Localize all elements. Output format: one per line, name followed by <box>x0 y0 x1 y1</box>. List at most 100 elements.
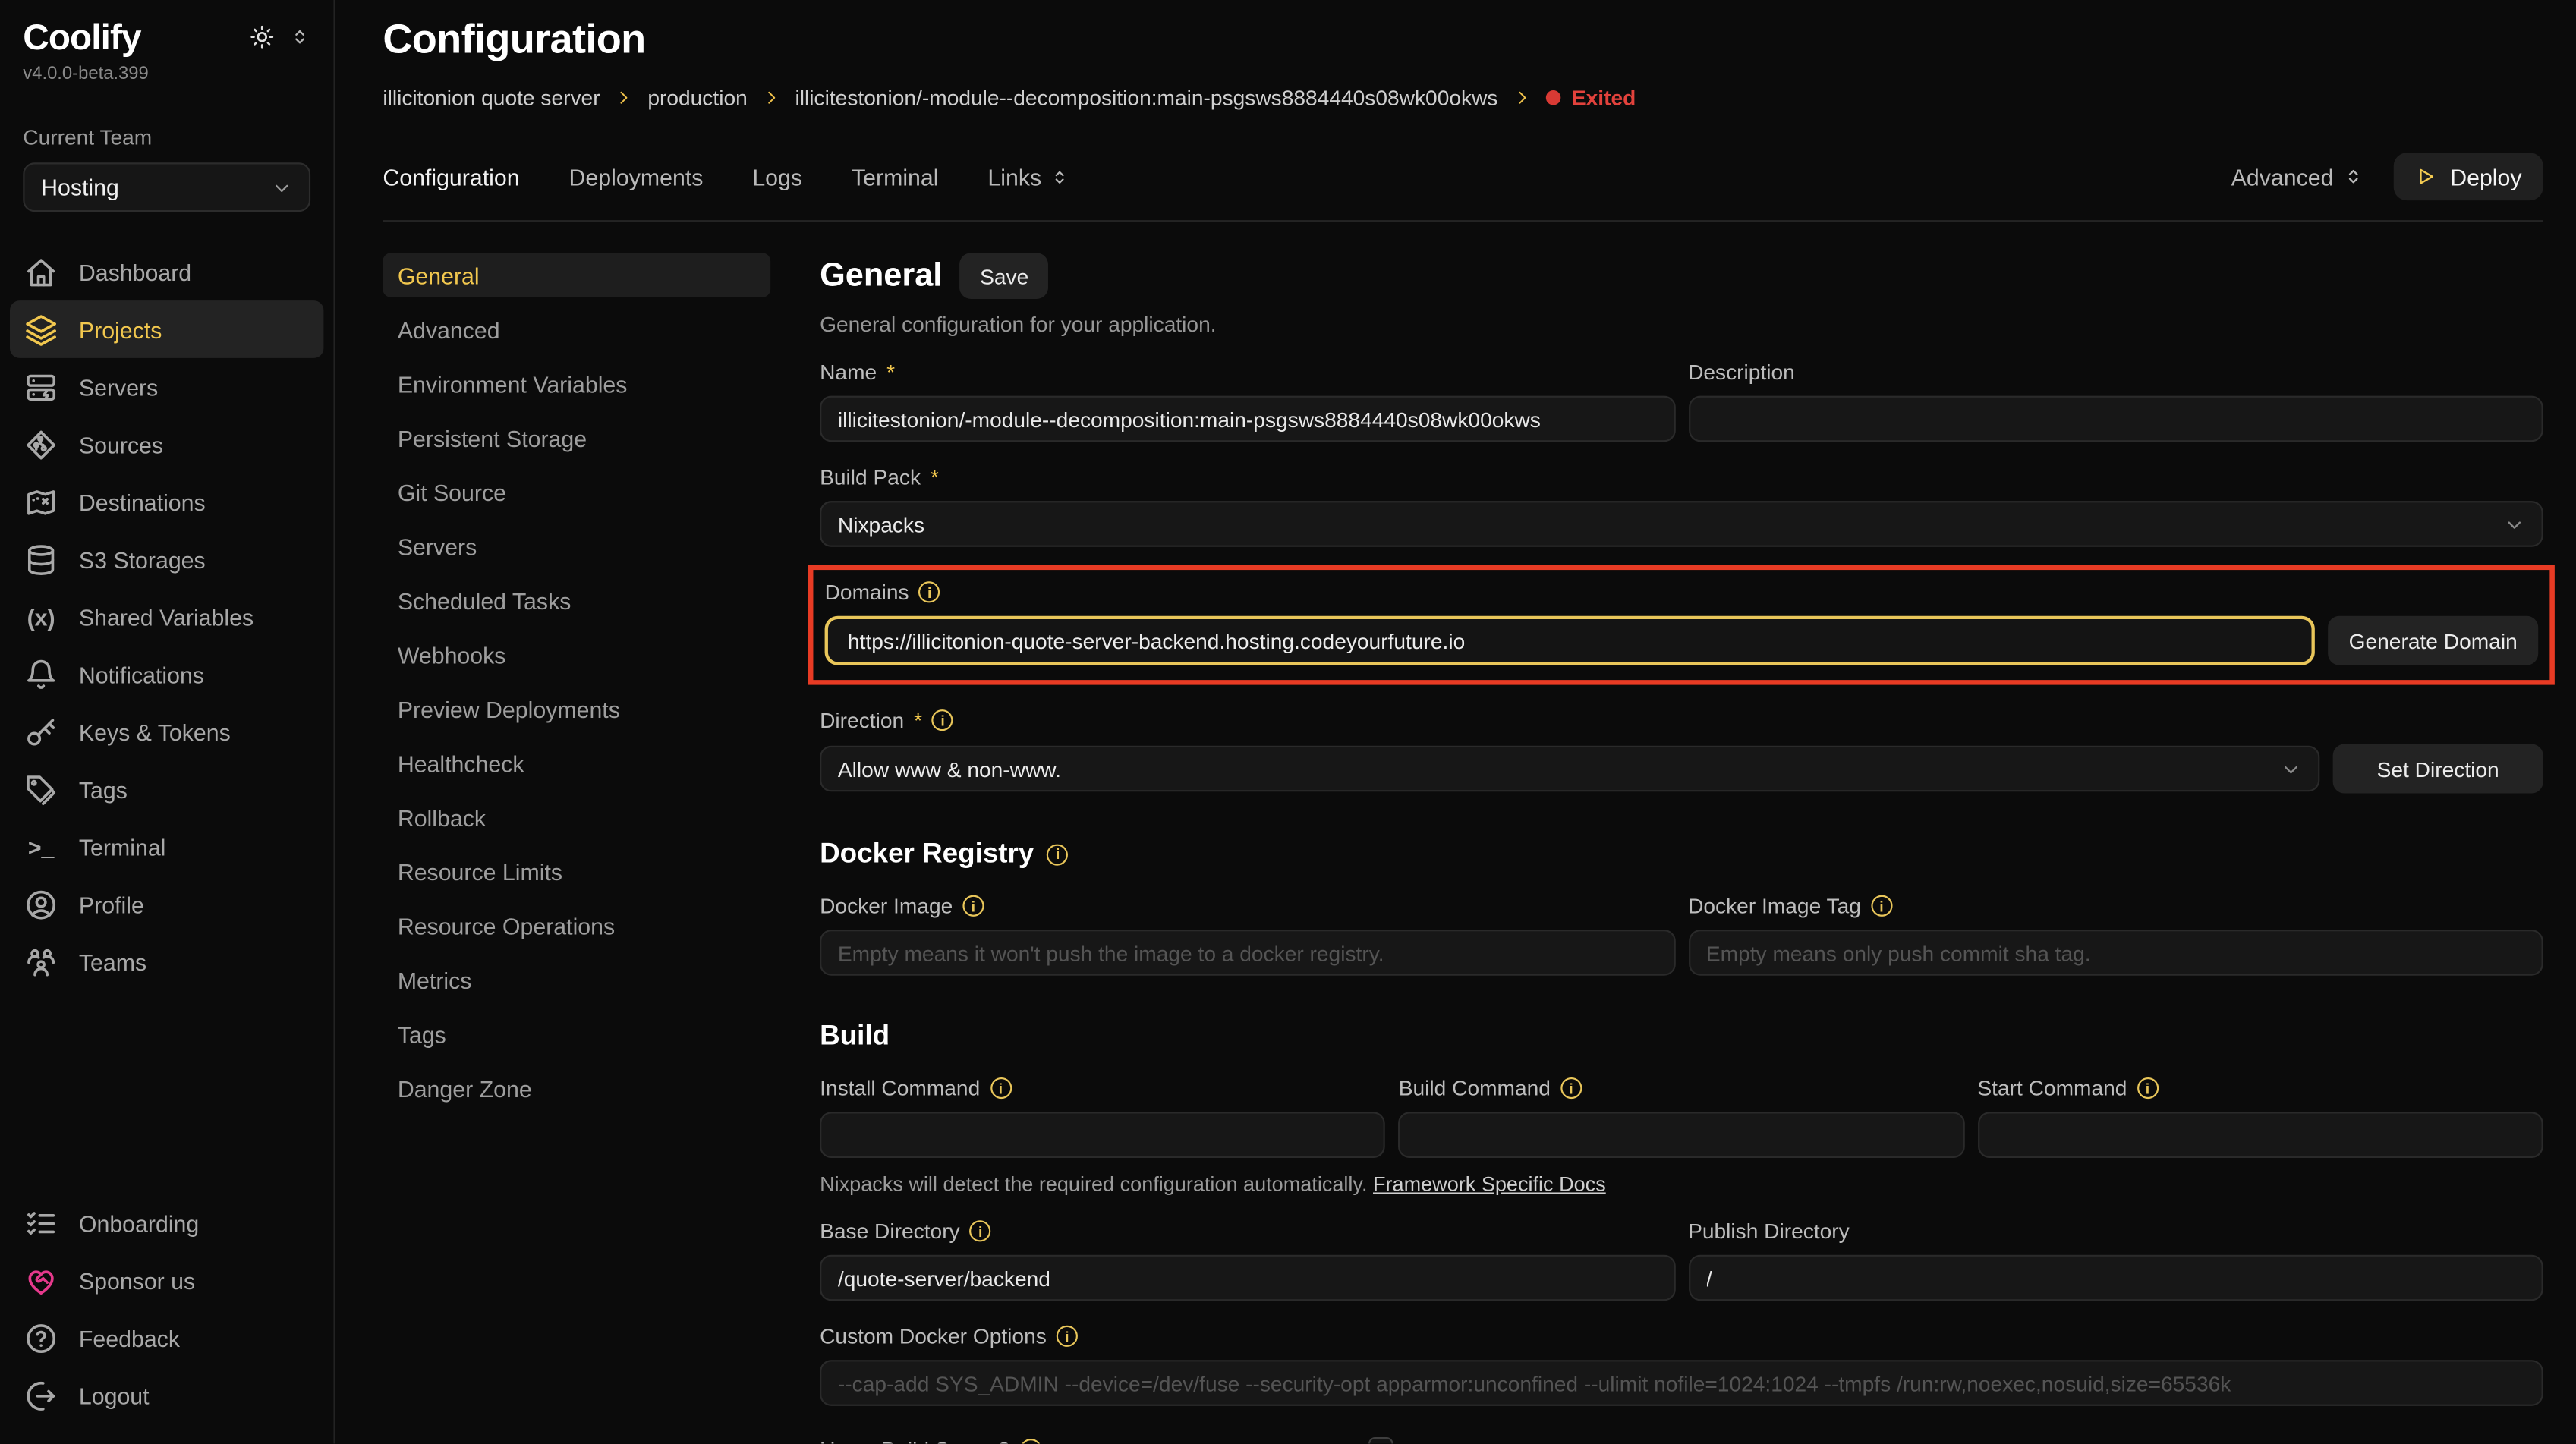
theme-toggle-icon[interactable] <box>250 24 274 49</box>
sidebar-item-terminal[interactable]: >_ Terminal <box>10 818 323 876</box>
subnav-item-resource-limits[interactable]: Resource Limits <box>383 849 770 893</box>
terminal-icon: >_ <box>24 830 57 863</box>
sidebar-collapse-icon[interactable] <box>289 27 310 48</box>
sidebar-item-dashboard[interactable]: Dashboard <box>10 243 323 300</box>
sidebar-item-destinations[interactable]: Destinations <box>10 473 323 530</box>
tabs-divider <box>383 220 2543 222</box>
build-server-checkbox[interactable] <box>1368 1437 1393 1444</box>
tab-terminal[interactable]: Terminal <box>852 163 939 190</box>
sidebar-item-notifications[interactable]: Notifications <box>10 646 323 703</box>
info-icon <box>919 581 940 602</box>
tab-configuration[interactable]: Configuration <box>383 163 519 190</box>
subnav-item-general[interactable]: General <box>383 253 770 297</box>
generate-domain-button[interactable]: Generate Domain <box>2328 616 2538 665</box>
build-server-label: Use a Build Server? <box>820 1437 1368 1444</box>
sidebar-item-sources[interactable]: Sources <box>10 416 323 473</box>
docker-image-input[interactable] <box>820 930 1675 976</box>
subnav-item-git-source[interactable]: Git Source <box>383 470 770 514</box>
base-directory-label: Base Directory <box>820 1219 1675 1243</box>
publish-directory-input[interactable] <box>1688 1255 2543 1301</box>
tag-icon <box>24 772 57 805</box>
section-subtitle: General configuration for your applicati… <box>820 312 2543 336</box>
key-icon <box>24 716 57 748</box>
variable-icon: (x) <box>24 600 57 633</box>
home-icon <box>24 256 57 288</box>
status-label: Exited <box>1572 86 1636 110</box>
description-label: Description <box>1688 360 2543 384</box>
sidebar-item-logout[interactable]: Logout <box>10 1367 323 1424</box>
subnav-item-preview-deployments[interactable]: Preview Deployments <box>383 687 770 731</box>
git-icon <box>24 428 57 461</box>
custom-docker-options-input[interactable] <box>820 1360 2543 1406</box>
info-icon <box>1871 895 1892 917</box>
sidebar-item-feedback[interactable]: Feedback <box>10 1309 323 1367</box>
sidebar-nav: Dashboard Projects Servers Sources <box>0 243 333 990</box>
info-icon <box>1047 843 1069 864</box>
subnav-item-metrics[interactable]: Metrics <box>383 958 770 1002</box>
sidebar-item-shared-variables[interactable]: (x) Shared Variables <box>10 588 323 646</box>
docker-registry-heading: Docker Registry <box>820 838 2543 870</box>
play-icon <box>2416 166 2437 187</box>
subnav-item-advanced[interactable]: Advanced <box>383 307 770 351</box>
sidebar-item-projects[interactable]: Projects <box>10 300 323 358</box>
subnav-item-environment-variables[interactable]: Environment Variables <box>383 361 770 405</box>
status-badge: Exited <box>1545 86 1636 110</box>
description-input[interactable] <box>1688 396 2543 442</box>
subnav-item-tags[interactable]: Tags <box>383 1011 770 1055</box>
sidebar-item-servers[interactable]: Servers <box>10 358 323 416</box>
build-command-input[interactable] <box>1399 1112 1964 1158</box>
subnav-item-rollback[interactable]: Rollback <box>383 795 770 839</box>
chevron-right-icon <box>615 89 633 107</box>
database-icon <box>24 543 57 575</box>
advanced-menu[interactable]: Advanced <box>2231 163 2365 190</box>
sidebar-item-profile[interactable]: Profile <box>10 876 323 933</box>
set-direction-button[interactable]: Set Direction <box>2333 744 2543 794</box>
build-command-label: Build Command <box>1399 1076 1964 1100</box>
subnav-item-servers[interactable]: Servers <box>383 524 770 568</box>
config-subnav: General Advanced Environment Variables P… <box>383 253 770 1443</box>
chevrons-up-down-icon <box>2344 166 2365 187</box>
sidebar-item-tags[interactable]: Tags <box>10 760 323 818</box>
direction-select[interactable]: Allow www & non-www. <box>820 746 2319 792</box>
custom-docker-options-label: Custom Docker Options <box>820 1324 2543 1348</box>
subnav-item-resource-operations[interactable]: Resource Operations <box>383 903 770 947</box>
subnav-item-persistent-storage[interactable]: Persistent Storage <box>383 416 770 460</box>
domains-input[interactable] <box>825 616 2315 665</box>
framework-docs-link[interactable]: Framework Specific Docs <box>1373 1172 1606 1195</box>
subnav-item-scheduled-tasks[interactable]: Scheduled Tasks <box>383 578 770 622</box>
docker-image-tag-input[interactable] <box>1688 930 2543 976</box>
user-circle-icon <box>24 888 57 920</box>
sidebar-item-onboarding[interactable]: Onboarding <box>10 1194 323 1252</box>
subnav-item-healthcheck[interactable]: Healthcheck <box>383 741 770 785</box>
chevron-down-icon <box>271 177 292 198</box>
server-icon <box>24 370 57 403</box>
base-directory-input[interactable] <box>820 1255 1675 1301</box>
docker-image-label: Docker Image <box>820 894 1675 918</box>
deploy-button[interactable]: Deploy <box>2395 153 2543 200</box>
chevron-down-icon <box>2504 513 2525 534</box>
tab-logs[interactable]: Logs <box>752 163 802 190</box>
info-icon <box>962 895 984 917</box>
save-button[interactable]: Save <box>960 253 1048 299</box>
team-select[interactable]: Hosting <box>23 162 310 212</box>
breadcrumb-item-illicitestonion-module-decomposition-main-psgsws8884440s08wk00okws: illicitestonion/-module--decomposition:m… <box>795 86 1531 110</box>
page-title: Configuration <box>383 17 2543 64</box>
sidebar-item-keys-tokens[interactable]: Keys & Tokens <box>10 703 323 760</box>
tab-links[interactable]: Links <box>987 163 1069 190</box>
info-icon <box>2137 1077 2158 1099</box>
tab-deployments[interactable]: Deployments <box>569 163 704 190</box>
sidebar-item-sponsor-us[interactable]: Sponsor us <box>10 1251 323 1309</box>
build-pack-select[interactable]: Nixpacks <box>820 501 2543 547</box>
subnav-item-webhooks[interactable]: Webhooks <box>383 632 770 676</box>
chevrons-up-down-icon <box>1050 167 1069 187</box>
name-input[interactable] <box>820 396 1675 442</box>
logout-icon <box>24 1379 57 1411</box>
subnav-item-danger-zone[interactable]: Danger Zone <box>383 1066 770 1110</box>
sidebar-item-s3-storages[interactable]: S3 Storages <box>10 530 323 588</box>
install-command-input[interactable] <box>820 1112 1385 1158</box>
nixpacks-note: Nixpacks will detect the required config… <box>820 1172 2543 1195</box>
sidebar-item-teams[interactable]: Teams <box>10 933 323 990</box>
tabs-row: Configuration Deployments Logs T <box>383 153 2543 200</box>
start-command-input[interactable] <box>1977 1112 2543 1158</box>
build-pack-label: Build Pack* <box>820 465 2543 489</box>
